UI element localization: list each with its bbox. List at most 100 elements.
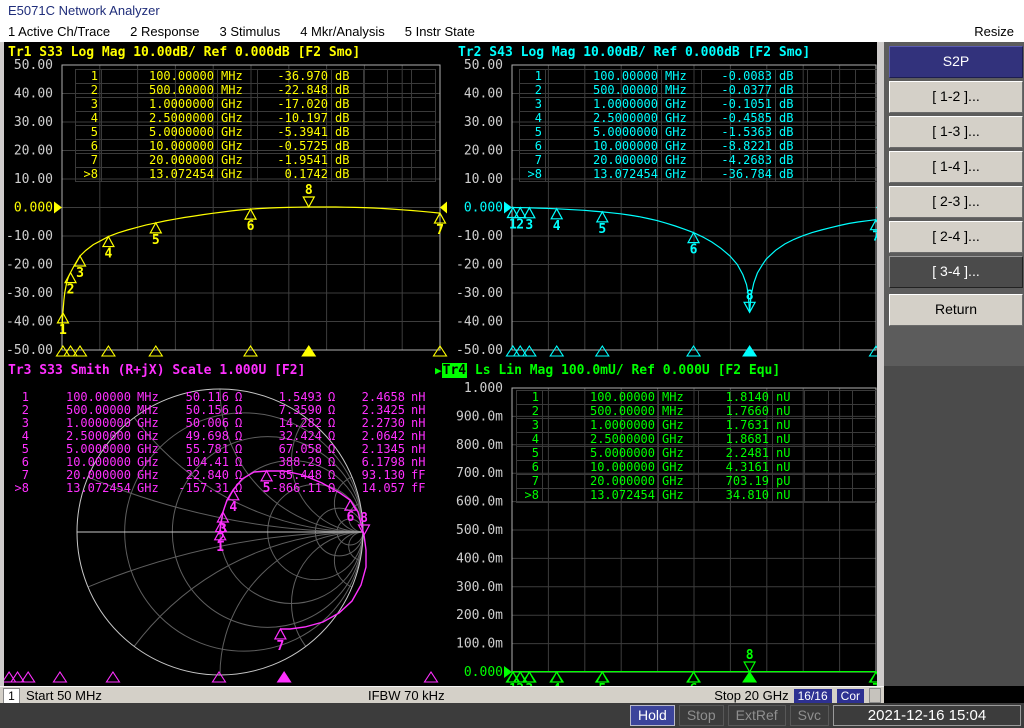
svg-text:3: 3 <box>219 522 227 537</box>
svg-text:4: 4 <box>105 247 113 262</box>
stimulus-marker-6[interactable] <box>212 672 225 682</box>
stimulus-marker-8[interactable] <box>278 672 291 682</box>
marker-4-indicator[interactable]: 4 <box>103 237 114 262</box>
stimulus-marker-4[interactable] <box>102 346 115 356</box>
svg-text:7: 7 <box>436 223 444 238</box>
svg-text:2: 2 <box>67 283 75 298</box>
ref-level-arrow-right <box>440 202 447 214</box>
softkey-button-1[interactable]: [ 1-2 ]... <box>889 81 1023 113</box>
stimulus-marker-4[interactable] <box>53 672 66 682</box>
softkey-button-5[interactable]: [ 2-4 ]... <box>889 221 1023 253</box>
app-title: E5071C Network Analyzer <box>8 3 160 18</box>
marker-row: 42.5000000GHz-0.4585dB <box>520 112 880 126</box>
marker-3-indicator[interactable]: 3 <box>524 208 535 233</box>
stimulus-marker-3[interactable] <box>523 346 536 356</box>
softkey-button-4[interactable]: [ 2-3 ]... <box>889 186 1023 218</box>
trace3-marker-table: 1100.00000MHz50.116Ω1.5493Ω2.4658nH2500.… <box>10 391 434 495</box>
marker-5-indicator[interactable]: 5 <box>597 212 608 237</box>
points-badge: 16/16 <box>794 689 832 703</box>
marker-row: 720.000000GHz-1.9541dB <box>76 154 436 168</box>
marker-2-indicator[interactable]: 2 <box>515 672 526 686</box>
y-axis-tick: -50.00 <box>456 343 503 358</box>
marker-row: 610.000000GHz4.3161nU <box>517 461 877 475</box>
marker-2-indicator[interactable]: 2 <box>65 273 76 298</box>
marker-3-indicator[interactable]: 3 <box>524 672 535 686</box>
menu-item-3[interactable]: 3 Stimulus <box>220 24 281 39</box>
y-axis-tick: 0.000 <box>464 201 503 216</box>
stimulus-marker-4[interactable] <box>550 346 563 356</box>
marker-row: 2500.00000MHz50.156Ω7.3590Ω2.3425nH <box>10 404 434 417</box>
svg-text:8: 8 <box>746 288 754 303</box>
svg-text:7: 7 <box>276 639 284 654</box>
y-axis-tick: -20.00 <box>6 258 53 273</box>
stimulus-marker-1[interactable] <box>3 672 16 682</box>
marker-row: 31.0000000GHz1.7631nU <box>517 419 877 433</box>
y-axis-tick: -30.00 <box>456 286 503 301</box>
marker-row: 31.0000000GHz-17.020dB <box>76 98 436 112</box>
marker-8-indicator[interactable]: 8 <box>303 183 314 207</box>
y-axis-tick: 30.00 <box>14 115 53 130</box>
softkey-title-s2p[interactable]: S2P <box>889 46 1023 78</box>
stimulus-marker-5[interactable] <box>106 672 119 682</box>
softkey-panel: S2P[ 1-2 ]...[ 1-3 ]...[ 1-4 ]...[ 2-3 ]… <box>884 42 1024 686</box>
marker-5-indicator[interactable]: 5 <box>597 672 608 686</box>
marker-8-indicator[interactable]: 8 <box>744 648 755 672</box>
sweep-start-label: Start 50 MHz <box>26 688 102 703</box>
menu-item-1[interactable]: 1 Active Ch/Trace <box>8 24 110 39</box>
resize-control[interactable]: Resize <box>974 24 1014 39</box>
stimulus-marker-8[interactable] <box>302 346 315 356</box>
y-axis-tick: -50.00 <box>6 343 53 358</box>
channel-status-bar: 1 Start 50 MHz IFBW 70 kHz Stop 20 GHz 1… <box>0 686 884 704</box>
svg-text:5: 5 <box>152 233 160 248</box>
marker-row: 1100.00000MHz-0.0083dB <box>520 70 880 84</box>
marker-4-indicator[interactable]: 4 <box>551 209 562 234</box>
marker-row: 1100.00000MHz-36.970dB <box>76 70 436 84</box>
stimulus-marker-5[interactable] <box>596 346 609 356</box>
smith-marker-7-indicator[interactable]: 7 <box>275 629 286 654</box>
softkey-button-3[interactable]: [ 1-4 ]... <box>889 151 1023 183</box>
marker-row: 42.5000000GHz-10.197dB <box>76 112 436 126</box>
y-axis-tick: 800.0m <box>456 438 503 453</box>
stimulus-marker-8[interactable] <box>743 346 756 356</box>
y-axis-tick: 20.00 <box>14 144 53 159</box>
marker-4-indicator[interactable]: 4 <box>551 672 562 686</box>
window-border-left <box>0 42 4 686</box>
datetime-display: 2021-12-16 15:04 <box>833 705 1021 726</box>
hold-indicator: Hold <box>630 705 675 726</box>
extref-indicator: ExtRef <box>728 705 786 726</box>
menu-item-4[interactable]: 4 Mkr/Analysis <box>300 24 385 39</box>
marker-row: 1100.00000MHz1.8140nU <box>517 391 877 405</box>
y-axis-tick: 100.0m <box>456 637 503 652</box>
marker-3-indicator[interactable]: 3 <box>75 256 86 281</box>
instrument-screen: Tr1 S33 Log Mag 10.00dB/ Ref 0.000dB [F2… <box>0 42 884 686</box>
softkey-button-6[interactable]: [ 3-4 ]... <box>889 256 1023 288</box>
stop-indicator: Stop <box>679 705 724 726</box>
marker-6-indicator[interactable]: 6 <box>688 672 699 686</box>
stimulus-marker-5[interactable] <box>149 346 162 356</box>
marker-2-indicator[interactable]: 2 <box>515 208 526 233</box>
softkey-return-button[interactable]: Return <box>889 294 1023 326</box>
y-axis-tick: 0.000 <box>464 665 503 680</box>
marker-row: 2500.00000MHz1.7660nU <box>517 405 877 419</box>
menu-item-5[interactable]: 5 Instr State <box>405 24 475 39</box>
stimulus-marker-7[interactable] <box>425 672 438 682</box>
svc-indicator: Svc <box>790 705 829 726</box>
svg-text:8: 8 <box>305 183 313 198</box>
y-axis-tick: 40.00 <box>464 87 503 102</box>
ref-level-arrow-left <box>54 202 62 214</box>
correction-badge: Cor <box>837 689 864 703</box>
marker-row: 2500.00000MHz-22.848dB <box>76 84 436 98</box>
stimulus-marker-8[interactable] <box>743 672 756 682</box>
softkey-button-2[interactable]: [ 1-3 ]... <box>889 116 1023 148</box>
menu-item-2[interactable]: 2 Response <box>130 24 199 39</box>
y-axis-tick: -10.00 <box>456 229 503 244</box>
marker-row: 31.0000000GHz-0.1051dB <box>520 98 880 112</box>
y-axis-tick: 900.0m <box>456 409 503 424</box>
y-axis-tick: 10.00 <box>464 172 503 187</box>
marker-row: 55.0000000GHz-5.3941dB <box>76 126 436 140</box>
marker-row: 55.0000000GHz55.781Ω67.058Ω2.1345nH <box>10 443 434 456</box>
marker-row: 610.000000GHz-0.5725dB <box>76 140 436 154</box>
svg-text:4: 4 <box>229 500 237 515</box>
marker-5-indicator[interactable]: 5 <box>150 223 161 248</box>
channel-number: 1 <box>3 688 20 704</box>
